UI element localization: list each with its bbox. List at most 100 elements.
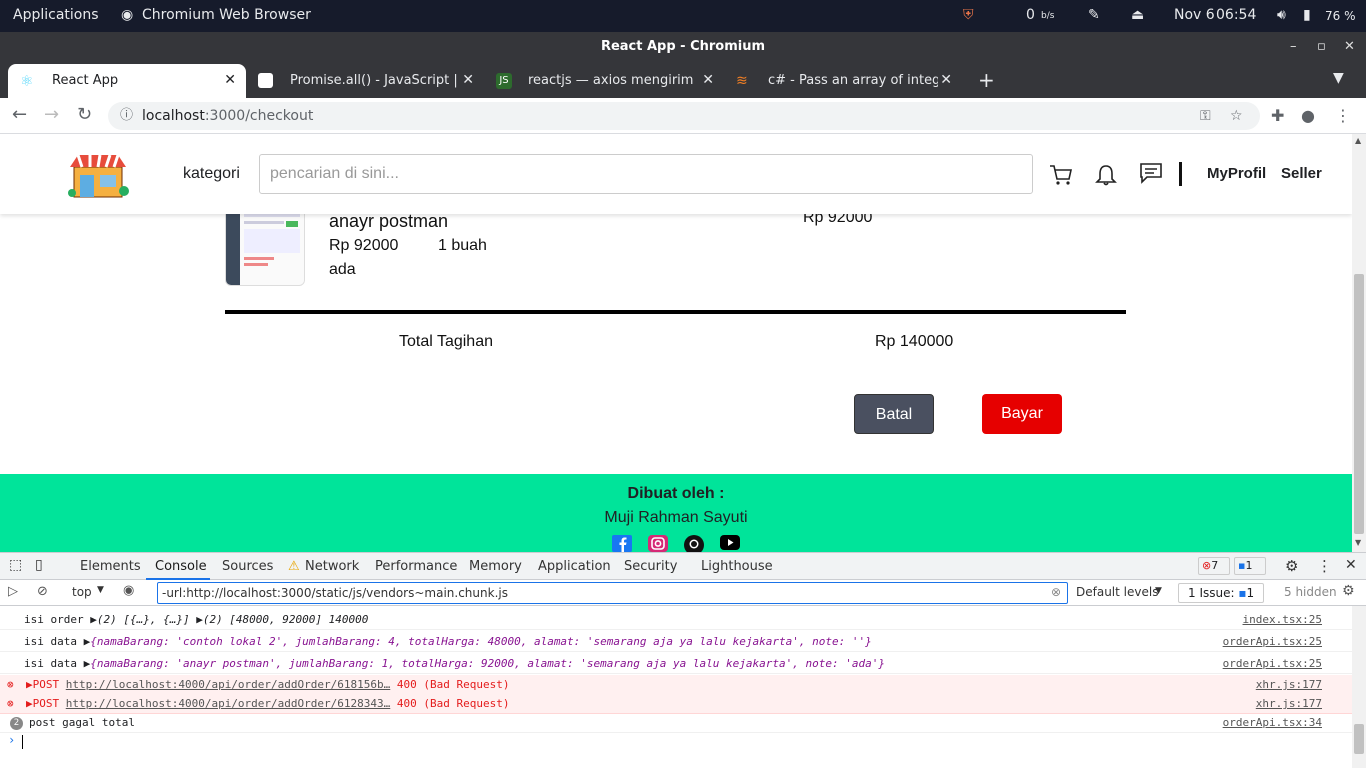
maximize-icon[interactable]: ▫: [1317, 32, 1326, 62]
youtube-icon[interactable]: [720, 535, 740, 552]
levels-dropdown-icon[interactable]: ▼: [1155, 586, 1162, 596]
tab-network[interactable]: Network: [305, 559, 359, 574]
info-icon[interactable]: ⓘ: [120, 102, 133, 130]
sidebar-toggle-icon[interactable]: ▷: [8, 584, 18, 599]
clear-console-icon[interactable]: ⊘: [37, 584, 48, 599]
console-error-row[interactable]: ⊗ ▶POST http://localhost:4000/api/order/…: [0, 694, 1352, 714]
source-link[interactable]: orderApi.tsx:25: [1223, 632, 1322, 652]
tab-lighthouse[interactable]: Lighthouse: [701, 559, 773, 574]
request-url[interactable]: http://localhost:4000/api/order/addOrder…: [66, 678, 391, 691]
tab-elements[interactable]: Elements: [80, 559, 141, 574]
applications-menu[interactable]: Applications: [13, 7, 99, 23]
tab-application[interactable]: Application: [538, 559, 611, 574]
console-row[interactable]: 2 post gagal total orderApi.tsx:34: [0, 713, 1352, 733]
request-url[interactable]: http://localhost:4000/api/order/addOrder…: [66, 697, 391, 710]
address-bar[interactable]: ⓘ localhost:3000/checkout ⚿ ☆: [108, 102, 1260, 130]
device-toggle-icon[interactable]: ▯: [35, 557, 43, 573]
console-input[interactable]: [22, 735, 23, 749]
facebook-icon[interactable]: [612, 535, 632, 552]
tab-performance[interactable]: Performance: [375, 559, 457, 574]
tab-reactjs-axios[interactable]: JS reactjs — axios mengirim permintaan ✕: [484, 64, 724, 98]
tab-react-app[interactable]: ⚛ React App ✕: [8, 64, 246, 98]
reload-icon[interactable]: ↻: [77, 104, 92, 125]
forward-icon[interactable]: →: [44, 104, 59, 125]
devtools-menu-icon[interactable]: ⋮: [1317, 557, 1332, 575]
console-scroll-thumb[interactable]: [1354, 724, 1364, 754]
more-menu-icon[interactable]: ⋮: [1335, 106, 1351, 125]
active-app-name[interactable]: Chromium Web Browser: [142, 7, 311, 23]
store-logo-icon[interactable]: [66, 149, 130, 199]
log-body[interactable]: (2) [{…}, {…}] ▶(2) [48000, 92000] 14000…: [97, 613, 369, 626]
profile-icon[interactable]: ●: [1301, 106, 1315, 125]
close-tab-icon[interactable]: ✕: [702, 72, 714, 88]
shield-icon[interactable]: ⛨: [963, 7, 974, 23]
console-row[interactable]: isi data ▶{namaBarang: 'anayr postman', …: [0, 654, 1352, 674]
key-icon[interactable]: ⚿: [1200, 102, 1211, 130]
console-row[interactable]: isi data ▶{namaBarang: 'contoh lokal 2',…: [0, 632, 1352, 652]
tab-sources[interactable]: Sources: [222, 559, 273, 574]
clear-filter-icon[interactable]: ⊗: [1051, 585, 1061, 599]
message-counter[interactable]: ▪1: [1234, 557, 1266, 575]
close-tab-icon[interactable]: ✕: [940, 72, 952, 88]
tab-stackoverflow[interactable]: ≋ c# - Pass an array of integers to ✕: [724, 64, 962, 98]
batal-button[interactable]: Batal: [854, 394, 934, 434]
issues-button[interactable]: 1 Issue: ▪1: [1178, 583, 1264, 603]
scroll-down-icon[interactable]: ▼: [1355, 538, 1361, 547]
github-icon[interactable]: [684, 535, 704, 552]
log-body[interactable]: {namaBarang: 'contoh lokal 2', jumlahBar…: [90, 635, 871, 648]
log-levels-select[interactable]: Default levels: [1076, 585, 1158, 599]
chat-icon[interactable]: [1139, 162, 1163, 184]
scrollbar-thumb[interactable]: [1354, 274, 1364, 534]
tab-mdn[interactable]: Promise.all() - JavaScript | MDN ✕: [246, 64, 484, 98]
tab-search-icon[interactable]: ▼: [1333, 70, 1344, 86]
bell-icon[interactable]: [1094, 164, 1118, 186]
console-filter-input[interactable]: -url:http://localhost:3000/static/js/ven…: [157, 582, 1068, 604]
eye-icon[interactable]: ◉: [123, 583, 134, 598]
bayar-button[interactable]: Bayar: [982, 394, 1062, 434]
date[interactable]: Nov 6: [1174, 7, 1215, 23]
clock[interactable]: 06:54: [1216, 7, 1256, 23]
instagram-icon[interactable]: [648, 535, 668, 552]
star-icon[interactable]: ☆: [1230, 102, 1243, 130]
settings-icon[interactable]: ⚙: [1285, 557, 1298, 575]
extensions-icon[interactable]: ✚: [1271, 106, 1284, 125]
console-settings-icon[interactable]: ⚙: [1342, 583, 1355, 599]
volume-icon[interactable]: 🔊︎: [1277, 7, 1286, 23]
tab-memory[interactable]: Memory: [469, 559, 522, 574]
source-link[interactable]: index.tsx:25: [1243, 610, 1322, 630]
source-link[interactable]: orderApi.tsx:25: [1223, 654, 1322, 674]
expand-icon[interactable]: ▶: [26, 678, 33, 691]
seller-link[interactable]: Seller: [1281, 165, 1322, 182]
search-input[interactable]: pencarian di sini...: [259, 154, 1033, 194]
myprofil-link[interactable]: MyProfil: [1207, 165, 1266, 182]
close-window-icon[interactable]: ✕: [1344, 32, 1355, 62]
source-link[interactable]: xhr.js:177: [1256, 675, 1322, 695]
inspect-icon[interactable]: ⬚: [9, 557, 22, 573]
tab-security[interactable]: Security: [624, 559, 677, 574]
console-scrollbar[interactable]: [1352, 606, 1366, 768]
expand-icon[interactable]: ▶: [90, 613, 97, 626]
console-row[interactable]: isi order ▶(2) [{…}, {…}] ▶(2) [48000, 9…: [0, 610, 1352, 630]
tab-console[interactable]: Console: [155, 559, 207, 574]
eject-icon[interactable]: ⏏: [1131, 7, 1144, 23]
minimize-icon[interactable]: –: [1290, 32, 1297, 62]
page-scrollbar[interactable]: ▲ ▼: [1352, 134, 1366, 552]
cart-icon[interactable]: [1049, 164, 1073, 186]
context-selector[interactable]: top: [72, 585, 92, 599]
expand-icon[interactable]: ▶: [26, 697, 33, 710]
source-link[interactable]: orderApi.tsx:34: [1223, 713, 1322, 733]
close-devtools-icon[interactable]: ✕: [1345, 557, 1357, 573]
source-link[interactable]: xhr.js:177: [1256, 694, 1322, 714]
context-dropdown-icon[interactable]: ▼: [97, 585, 104, 595]
close-tab-icon[interactable]: ✕: [462, 72, 474, 88]
log-body[interactable]: {namaBarang: 'anayr postman', jumlahBara…: [90, 657, 885, 670]
scroll-up-icon[interactable]: ▲: [1355, 136, 1361, 145]
kategori-link[interactable]: kategori: [183, 165, 240, 183]
color-picker-icon[interactable]: ✎: [1088, 7, 1100, 23]
close-tab-icon[interactable]: ✕: [224, 72, 236, 88]
console-error-row[interactable]: ⊗ ▶POST http://localhost:4000/api/order/…: [0, 675, 1352, 695]
battery-icon[interactable]: ▮: [1303, 7, 1311, 23]
back-icon[interactable]: ←: [12, 104, 27, 125]
new-tab-icon[interactable]: +: [978, 68, 995, 92]
error-counter[interactable]: ⊗7: [1198, 557, 1230, 575]
